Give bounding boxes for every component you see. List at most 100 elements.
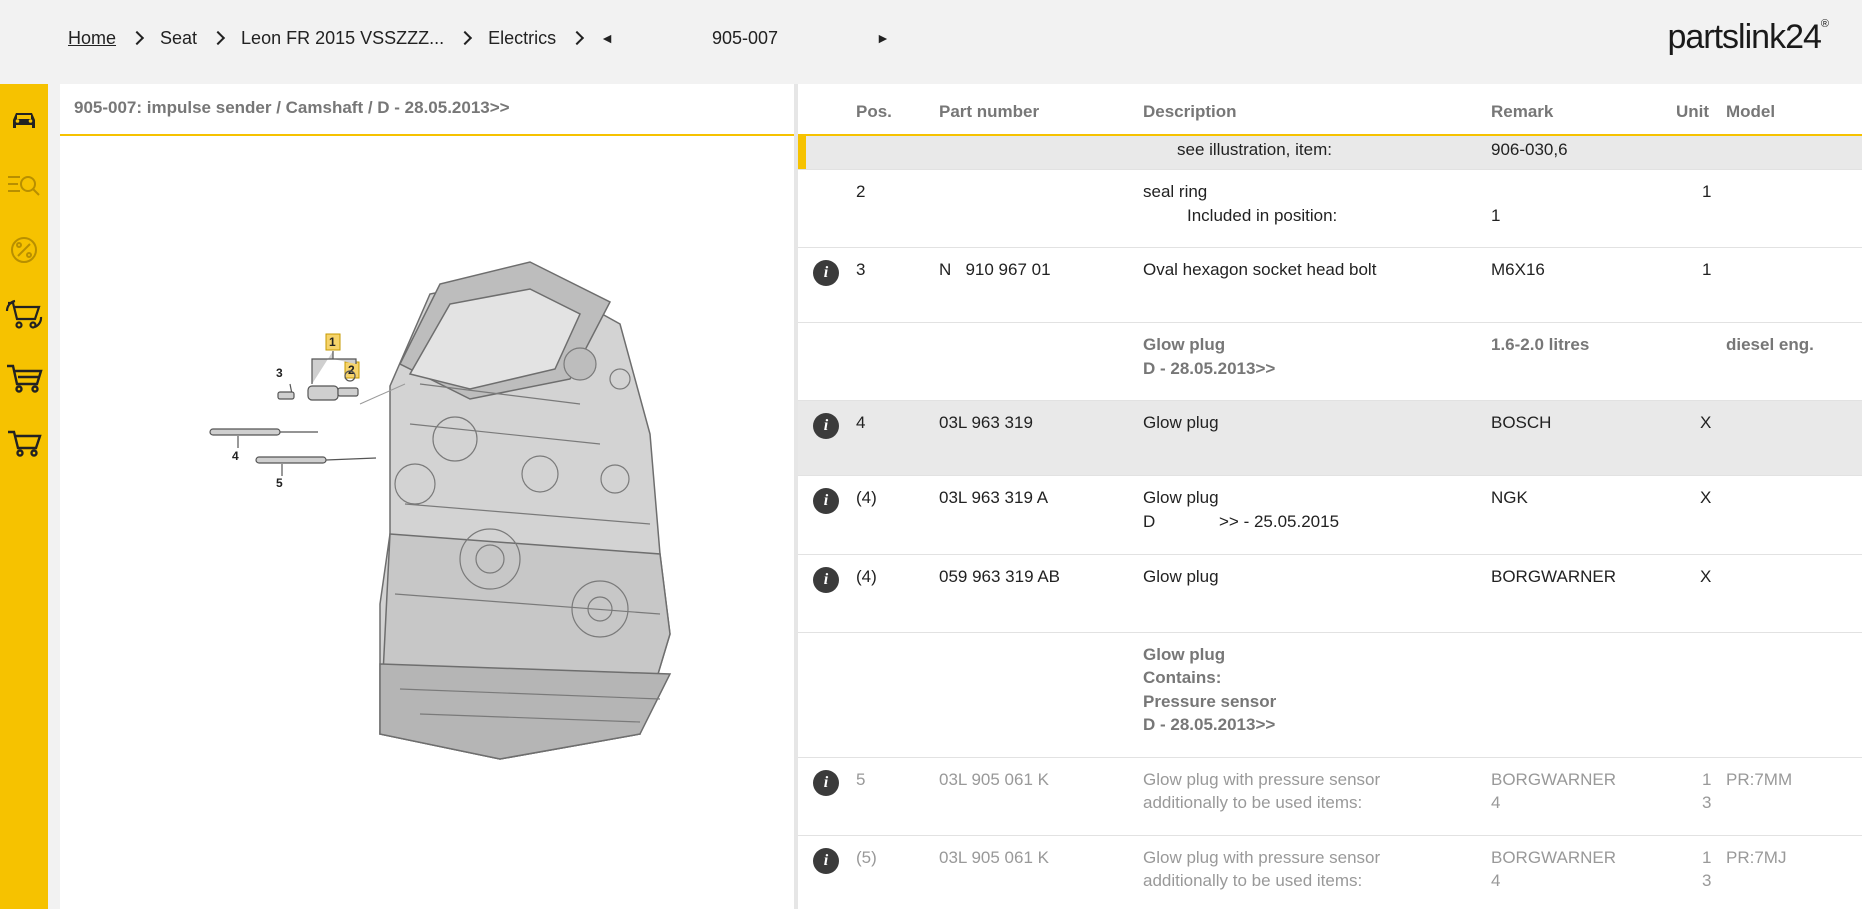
illustration-panel: 905-007: impulse sender / Camshaft / D -… <box>60 84 794 909</box>
remark-sub-cell: 4 <box>1491 871 1501 890</box>
description-cell: Glow plug with pressure sensor <box>1143 848 1381 867</box>
unit-cell: 1 <box>1702 182 1712 201</box>
remark-cell: BORGWARNER <box>1491 770 1616 789</box>
breadcrumb-brand[interactable]: Seat <box>160 28 197 49</box>
info-icon[interactable]: i <box>813 848 839 874</box>
part-number-cell[interactable]: 03L 905 061 K <box>939 846 1049 870</box>
table-row[interactable]: i (4) 03L 963 319 A Glow plug D >> - 25.… <box>798 476 1862 555</box>
unit-cell: X <box>1700 488 1712 507</box>
logo-text: partslink24 <box>1667 18 1821 56</box>
model-cell: PR:7MM <box>1726 770 1793 789</box>
prev-page-button[interactable]: ◄ <box>600 30 614 46</box>
description-cell: Glow plug <box>1143 567 1219 586</box>
part-number-cell[interactable]: 03L 963 319 A <box>939 486 1048 510</box>
unit-sub-cell: 3 <box>1702 793 1712 812</box>
table-row[interactable]: i 5 03L 905 061 K Glow plug with pressur… <box>798 758 1862 836</box>
group-header-row: Glow plug D - 28.05.2013>> 1.6-2.0 litre… <box>798 323 1862 401</box>
group-title: Glow plug <box>1143 335 1226 354</box>
car-icon[interactable] <box>0 96 48 144</box>
chevron-right-icon <box>570 30 585 46</box>
group-title: Glow plug <box>1143 645 1226 664</box>
pos-cell: 2 <box>856 182 866 201</box>
breadcrumb-vehicle[interactable]: Leon FR 2015 VSSZZZ... <box>241 28 444 49</box>
breadcrumb: Home Seat Leon FR 2015 VSSZZZ... Electri… <box>68 26 890 50</box>
unit-cell: 1 <box>1702 770 1712 789</box>
column-header-unit[interactable]: Unit <box>1676 102 1709 122</box>
chevron-right-icon <box>129 30 145 46</box>
search-list-icon[interactable] <box>0 161 48 209</box>
cart-outline-icon[interactable] <box>0 419 48 467</box>
group-date-range: D - 28.05.2013>> <box>1143 359 1276 378</box>
pos-cell: (4) <box>856 567 877 586</box>
remark-cell: BOSCH <box>1491 413 1552 432</box>
description-date-range: >> - 25.05.2015 <box>1219 512 1340 531</box>
sidebar <box>0 84 48 909</box>
unit-cell: X <box>1700 567 1712 586</box>
cart-exchange-icon[interactable] <box>0 290 48 338</box>
part-number-cell[interactable]: 059 963 319 AB <box>939 565 1060 589</box>
chevron-right-icon <box>458 30 473 46</box>
remark-cell: 906-030,6 <box>1491 140 1568 159</box>
breadcrumb-category[interactable]: Electrics <box>488 28 556 49</box>
breadcrumb-home[interactable]: Home <box>68 28 116 49</box>
group-remark: 1.6-2.0 litres <box>1491 335 1590 354</box>
description-cell: Oval hexagon socket head bolt <box>1143 260 1377 279</box>
description-cell: see illustration, item: <box>1177 140 1332 159</box>
part-number-cell[interactable]: 03L 905 061 K <box>939 768 1049 792</box>
part-number-cell[interactable]: N 910 967 01 <box>939 258 1051 282</box>
group-contains-item: Pressure sensor <box>1143 692 1277 711</box>
description-sub-cell: Included in position: <box>1187 206 1338 225</box>
remark-sub-cell: 1 <box>1491 206 1501 225</box>
table-row[interactable]: 2 seal ring Included in position: 1 1 <box>798 170 1862 248</box>
percent-icon[interactable] <box>0 226 48 274</box>
remark-cell: BORGWARNER <box>1491 848 1616 867</box>
description-date-code: D <box>1143 512 1156 531</box>
pos-cell: 5 <box>856 770 866 789</box>
logo[interactable]: partslink24® <box>1667 18 1829 62</box>
engine-illustration[interactable]: 1 2 3 4 5 <box>60 174 794 894</box>
unit-cell: 1 <box>1702 260 1712 279</box>
info-icon[interactable]: i <box>813 488 839 514</box>
pos-cell: (5) <box>856 848 877 867</box>
table-row[interactable]: i 4 03L 963 319 Glow plug BOSCH X <box>798 401 1862 476</box>
pos-cell: (4) <box>856 488 877 507</box>
info-icon[interactable]: i <box>813 413 839 439</box>
pos-cell: 4 <box>856 413 866 432</box>
remark-sub-cell: 4 <box>1491 793 1501 812</box>
callout-4[interactable]: 4 <box>232 449 239 463</box>
pos-cell: 3 <box>856 260 866 279</box>
cart-icon[interactable] <box>0 354 48 402</box>
table-row[interactable]: i (4) 059 963 319 AB Glow plug BORGWARNE… <box>798 555 1862 633</box>
description-sub-cell: additionally to be used items: <box>1143 793 1363 812</box>
model-cell: PR:7MJ <box>1726 848 1787 867</box>
callout-5[interactable]: 5 <box>276 476 283 490</box>
illustration-title: 905-007: impulse sender / Camshaft / D -… <box>74 98 510 117</box>
info-icon[interactable]: i <box>813 770 839 796</box>
description-cell: Glow plug <box>1143 413 1219 432</box>
group-header-row: Glow plug Contains: Pressure sensor D - … <box>798 633 1862 758</box>
unit-cell: X <box>1700 413 1712 432</box>
callout-3[interactable]: 3 <box>276 366 283 380</box>
parts-table: Pos. Part number Description Remark Unit… <box>798 84 1862 909</box>
column-header-pos[interactable]: Pos. <box>856 102 892 122</box>
description-cell: Glow plug <box>1143 488 1219 507</box>
group-model: diesel eng. <box>1726 335 1814 354</box>
group-contains-label: Contains: <box>1143 668 1222 687</box>
remark-cell: NGK <box>1491 488 1528 507</box>
part-number-cell[interactable]: 03L 963 319 <box>939 411 1033 435</box>
title-underline <box>60 134 794 136</box>
info-icon[interactable]: i <box>813 260 839 286</box>
unit-cell: 1 <box>1702 848 1712 867</box>
column-header-model[interactable]: Model <box>1726 102 1775 122</box>
table-row[interactable]: i (5) 03L 905 061 K Glow plug with press… <box>798 836 1862 909</box>
unit-sub-cell: 3 <box>1702 871 1712 890</box>
group-date-range: D - 28.05.2013>> <box>1143 715 1276 734</box>
column-header-part-number[interactable]: Part number <box>939 102 1039 122</box>
callout-1[interactable]: 1 <box>329 335 336 349</box>
column-header-remark[interactable]: Remark <box>1491 102 1553 122</box>
column-header-description[interactable]: Description <box>1143 102 1237 122</box>
table-row[interactable]: i 3 N 910 967 01 Oval hexagon socket hea… <box>798 248 1862 323</box>
next-page-button[interactable]: ► <box>876 30 890 46</box>
callout-2[interactable]: 2 <box>348 363 355 377</box>
info-icon[interactable]: i <box>813 567 839 593</box>
